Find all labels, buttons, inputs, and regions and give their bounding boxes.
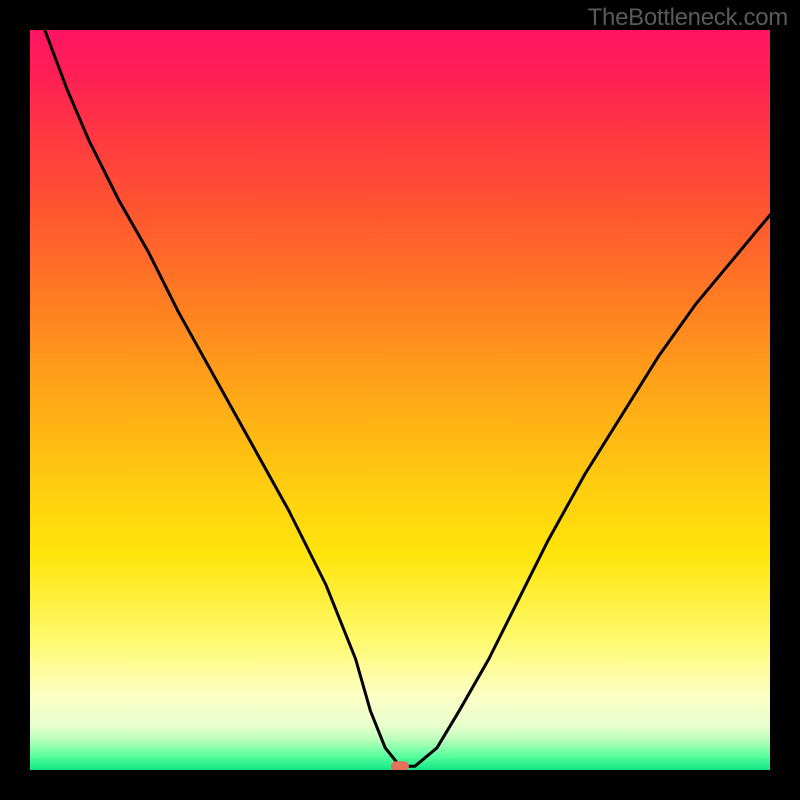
chart-frame: TheBottleneck.com — [0, 0, 800, 800]
plot-area — [30, 30, 770, 770]
watermark-text: TheBottleneck.com — [588, 4, 788, 32]
notch-marker — [391, 761, 409, 770]
curve-layer — [30, 30, 770, 770]
bottleneck-curve — [45, 30, 770, 766]
